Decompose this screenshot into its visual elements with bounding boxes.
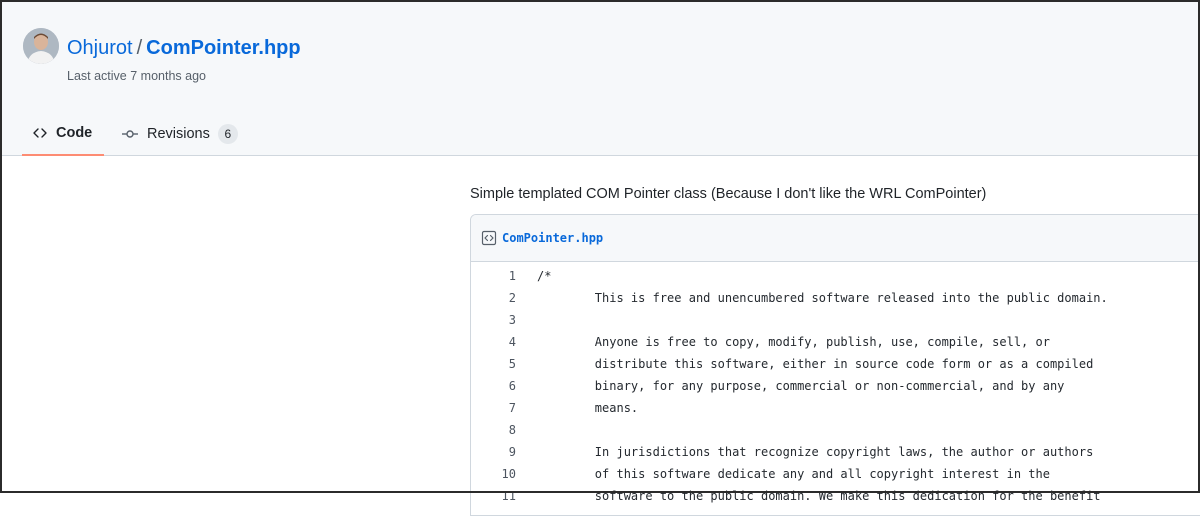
avatar-image: [23, 28, 59, 64]
code-line: 2 This is free and unencumbered software…: [471, 287, 1200, 309]
git-commit-icon: [122, 130, 138, 138]
code-line: 3: [471, 309, 1200, 331]
line-number[interactable]: 7: [471, 401, 516, 415]
revisions-count-badge: 6: [217, 124, 238, 144]
code-line: 11 software to the public domain. We mak…: [471, 485, 1200, 507]
line-content: This is free and unencumbered software r…: [537, 291, 1108, 305]
line-content: Anyone is free to copy, modify, publish,…: [537, 335, 1050, 349]
line-number[interactable]: 8: [471, 423, 516, 437]
code-view: 1 /* 2 This is free and unencumbered softw…: [471, 262, 1200, 507]
line-number[interactable]: 5: [471, 357, 516, 371]
line-content: /*: [537, 269, 552, 283]
line-content: of this software dedicate any and all co…: [537, 467, 1050, 481]
tab-revisions[interactable]: Revisions 6: [121, 112, 238, 156]
code-line: 6 binary, for any purpose, commercial or…: [471, 375, 1200, 397]
owner-link[interactable]: Ohjurot: [67, 37, 133, 59]
title-separator: /: [136, 37, 143, 59]
code-line: 10 of this software dedicate any and all…: [471, 463, 1200, 485]
code-icon: [33, 128, 47, 138]
code-line: 4 Anyone is free to copy, modify, publis…: [471, 331, 1200, 353]
line-number[interactable]: 2: [471, 291, 516, 305]
last-active-text: Last active 7 months ago: [67, 69, 206, 83]
tab-code-label: Code: [56, 125, 93, 141]
avatar[interactable]: [23, 28, 59, 64]
line-number[interactable]: 11: [471, 489, 516, 503]
gist-title: Ohjurot / ComPointer.hpp: [67, 35, 301, 61]
line-number[interactable]: 6: [471, 379, 516, 393]
file-header: ComPointer.hpp: [471, 215, 1200, 262]
code-line: 7 means.: [471, 397, 1200, 419]
line-number[interactable]: 9: [471, 445, 516, 459]
code-line: 9 In jurisdictions that recognize copyri…: [471, 441, 1200, 463]
file-name-link[interactable]: ComPointer.hpp: [502, 231, 603, 245]
line-number[interactable]: 4: [471, 335, 516, 349]
line-content: means.: [537, 401, 639, 415]
file-box: ComPointer.hpp 1 /* 2 This is free and une…: [470, 214, 1200, 516]
line-number[interactable]: 1: [471, 269, 516, 283]
gist-description: Simple templated COM Pointer class (Beca…: [470, 186, 987, 202]
code-line: 1 /*: [471, 265, 1200, 287]
gist-header: Ohjurot / ComPointer.hpp Last active 7 mon…: [2, 2, 1198, 156]
file-code-icon: [481, 230, 497, 246]
code-line: 8: [471, 419, 1200, 441]
line-content: software to the public domain. We make t…: [537, 489, 1101, 503]
code-line: 5 distribute this software, either in so…: [471, 353, 1200, 375]
line-number[interactable]: 3: [471, 313, 516, 327]
line-content: binary, for any purpose, commercial or n…: [537, 379, 1065, 393]
gist-name-link[interactable]: ComPointer.hpp: [146, 37, 300, 59]
tab-revisions-label: Revisions: [147, 126, 210, 142]
line-content: In jurisdictions that recognize copyrigh…: [537, 445, 1094, 459]
tab-code[interactable]: Code: [22, 112, 104, 156]
line-content: distribute this software, either in sour…: [537, 357, 1094, 371]
line-number[interactable]: 10: [471, 467, 516, 481]
